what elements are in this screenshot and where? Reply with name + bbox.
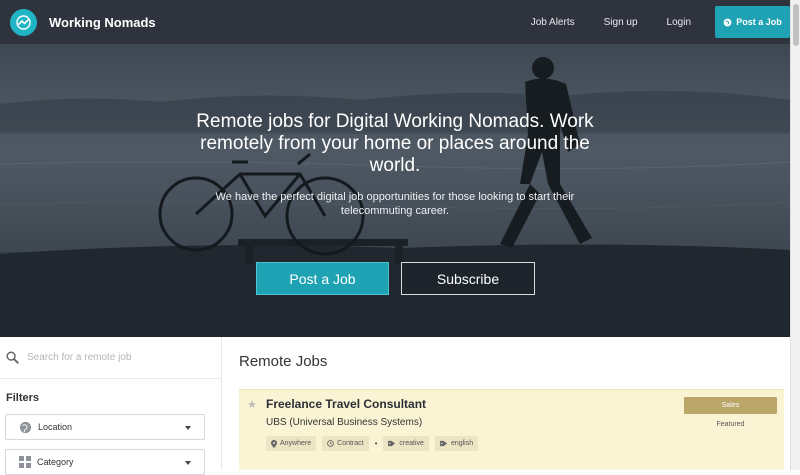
hero-post-job-button[interactable]: Post a Job: [256, 262, 389, 295]
remote-jobs-heading: Remote Jobs: [239, 353, 328, 370]
job-company: UBS (Universal Business Systems): [266, 417, 423, 428]
hero-title: Remote jobs for Digital Working Nomads. …: [196, 111, 594, 176]
featured-label: Featured: [716, 421, 745, 428]
job-title[interactable]: Freelance Travel Consultant: [266, 397, 426, 411]
filters-heading: Filters: [6, 392, 40, 404]
scrollbar-thumb[interactable]: [793, 4, 799, 46]
tag-location-label: Anywhere: [280, 440, 312, 447]
chevron-down-icon: [185, 426, 191, 430]
location-dropdown-label: Location: [38, 422, 73, 432]
tag-english-label: english: [450, 440, 474, 447]
globe-icon: [19, 421, 32, 434]
map-pin-icon: [271, 439, 277, 448]
brand[interactable]: Working Nomads: [10, 8, 156, 36]
logo-icon: [10, 8, 37, 36]
hero-banner: Remote jobs for Digital Working Nomads. …: [0, 44, 790, 337]
nav-post-job-label: Post a Job: [736, 17, 782, 27]
search-input[interactable]: [27, 352, 207, 363]
tag-english[interactable]: english: [434, 436, 479, 451]
tag-icon: [388, 440, 396, 447]
clock-icon: [327, 440, 334, 447]
tag-location[interactable]: Anywhere: [266, 436, 317, 451]
nav-post-job-button[interactable]: Post a Job: [715, 6, 790, 38]
location-dropdown[interactable]: Location: [5, 414, 205, 440]
separator-dot: •: [374, 439, 378, 448]
grid-icon: [19, 456, 31, 468]
tag-creative[interactable]: creative: [383, 436, 429, 451]
category-dropdown-label: Category: [37, 457, 74, 467]
hero-subscribe-button[interactable]: Subscribe: [401, 262, 535, 295]
filters-sidebar: Filters Location Category: [0, 337, 222, 475]
search-icon: [6, 351, 19, 364]
globe-icon: [723, 18, 732, 26]
job-tags: Anywhere Contract • creative english: [266, 436, 484, 451]
tag-contract[interactable]: Contract: [322, 436, 369, 451]
nav-sign-up[interactable]: Sign up: [604, 17, 638, 28]
chevron-down-icon: [185, 461, 191, 465]
nav-login[interactable]: Login: [667, 17, 691, 28]
job-listing[interactable]: ★ Freelance Travel Consultant UBS (Unive…: [239, 389, 784, 470]
nav-links: Job Alerts Sign up Login Post a Job: [531, 0, 790, 44]
search-bar: [0, 337, 221, 379]
tag-icon: [440, 440, 447, 447]
nav-job-alerts[interactable]: Job Alerts: [531, 17, 575, 28]
category-dropdown[interactable]: Category: [5, 449, 205, 475]
top-navbar: Working Nomads Job Alerts Sign up Login …: [0, 0, 790, 44]
tag-contract-label: Contract: [337, 440, 364, 447]
star-icon[interactable]: ★: [247, 398, 257, 411]
page-scrollbar[interactable]: [790, 0, 800, 470]
tag-creative-label: creative: [399, 440, 424, 447]
brand-name[interactable]: Working Nomads: [49, 15, 156, 30]
category-badge[interactable]: Sales: [684, 397, 777, 414]
hero-subtitle: We have the perfect digital job opportun…: [215, 191, 575, 217]
